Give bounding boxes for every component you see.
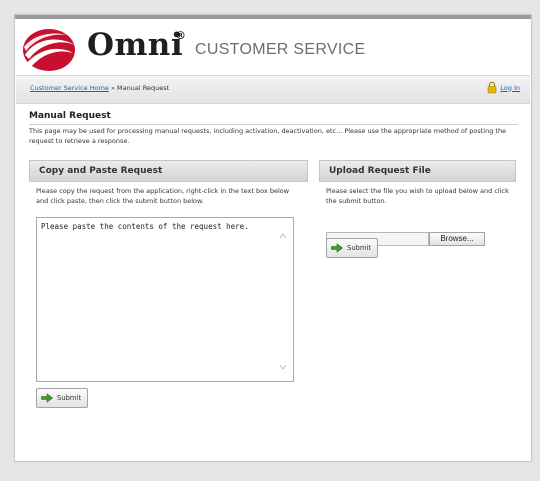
breadcrumb: Customer Service Home » Manual Request: [30, 84, 169, 92]
breadcrumb-home-link[interactable]: Customer Service Home: [30, 84, 109, 92]
page-title: Manual Request: [29, 111, 111, 121]
login-label: Log In: [500, 83, 520, 92]
site-header: Omni ® CUSTOMER SERVICE: [15, 15, 531, 75]
breadcrumb-separator: »: [108, 84, 118, 92]
request-textarea-value: Please paste the contents of the request…: [41, 222, 249, 231]
copy-paste-submit-button[interactable]: Submit: [36, 388, 89, 408]
green-arrow-icon: [331, 243, 343, 253]
scroll-up-icon[interactable]: [279, 232, 287, 240]
submit-label: Submit: [57, 394, 82, 402]
breadcrumb-bar: Customer Service Home » Manual Request L…: [16, 75, 530, 104]
login-link[interactable]: Log In: [487, 81, 520, 94]
lock-icon: [487, 81, 497, 94]
browse-button[interactable]: Browse...: [429, 232, 485, 246]
registered-mark: ®: [175, 29, 186, 42]
title-divider: [29, 124, 518, 125]
page-intro: This page may be used for processing man…: [29, 127, 507, 145]
upload-submit-button[interactable]: Submit: [326, 238, 379, 258]
submit-label: Submit: [347, 244, 372, 252]
brand-name: Omni: [87, 27, 184, 63]
copy-paste-instructions: Please copy the request from the applica…: [36, 187, 290, 205]
scroll-down-icon[interactable]: [279, 363, 287, 371]
omni-swoosh-logo-icon: [23, 29, 75, 71]
copy-paste-heading: Copy and Paste Request: [29, 160, 308, 182]
main-card: Omni ® CUSTOMER SERVICE Customer Service…: [14, 14, 532, 462]
upload-heading: Upload Request File: [319, 160, 516, 182]
service-title: CUSTOMER SERVICE: [195, 41, 366, 58]
upload-instructions: Please select the file you wish to uploa…: [326, 187, 509, 205]
request-textarea[interactable]: Please paste the contents of the request…: [36, 217, 294, 382]
breadcrumb-current: Manual Request: [117, 84, 170, 92]
green-arrow-icon: [41, 393, 53, 403]
